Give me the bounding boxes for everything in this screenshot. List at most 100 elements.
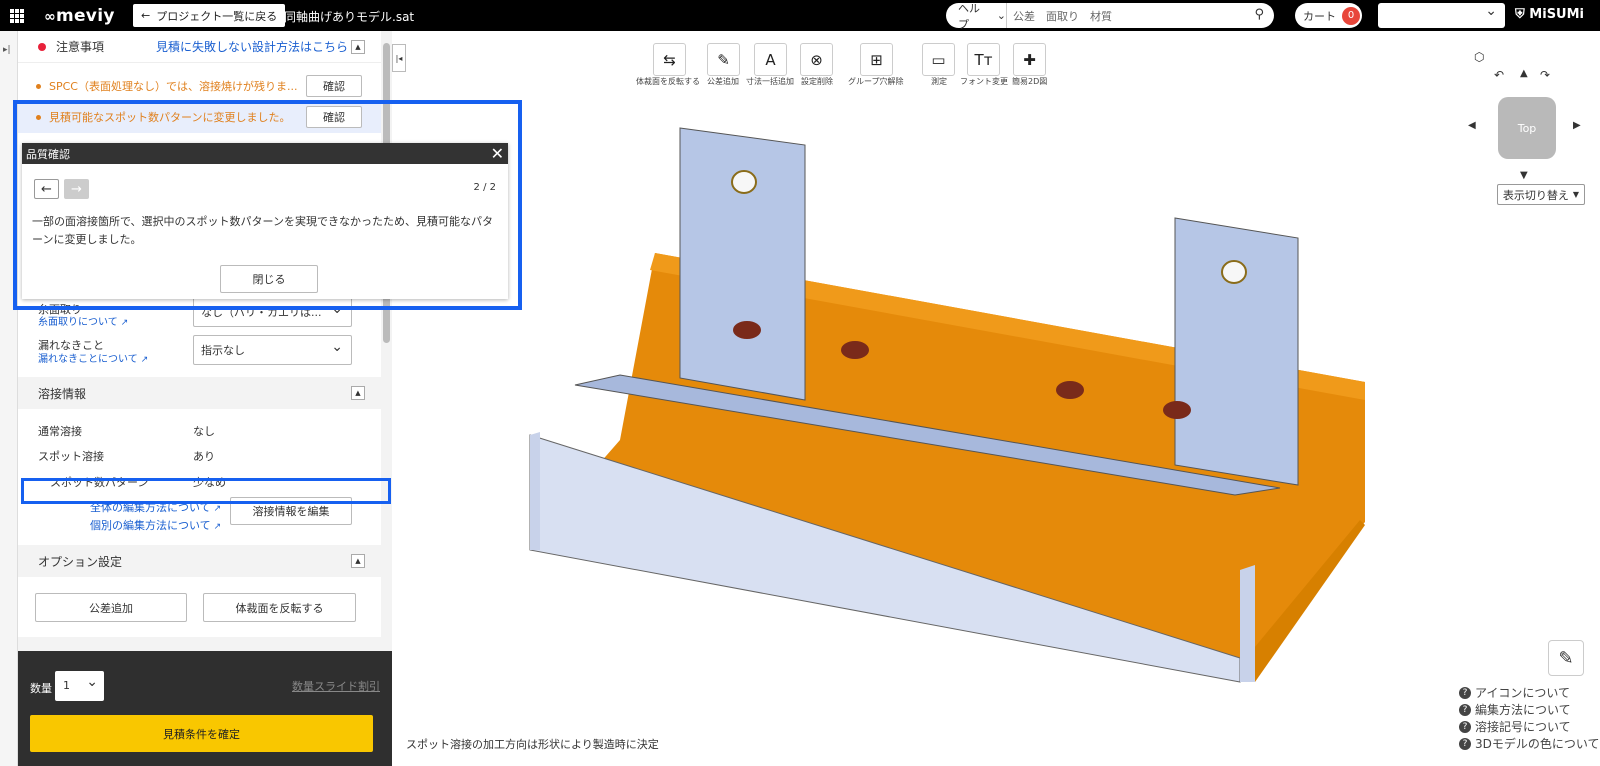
- toolbar-label: 公差追加: [707, 77, 739, 86]
- cart-count-badge: 0: [1342, 6, 1360, 25]
- design-tips-link[interactable]: 見積に失敗しない設計方法はこちら: [156, 38, 348, 55]
- field-help-link[interactable]: 糸面取りについて ↗: [38, 313, 128, 328]
- right-leg: [1240, 565, 1255, 682]
- toolbar-label: 体裁面を反転する: [636, 77, 700, 86]
- quantity-select[interactable]: 1: [55, 671, 104, 701]
- footnote-text: スポット溶接の加工方向は形状により製造時に決定: [406, 738, 659, 751]
- back-to-projects-button[interactable]: ← プロジェクト一覧に戻る: [133, 4, 286, 27]
- flip-face-icon[interactable]: ⇆: [653, 43, 686, 76]
- welding-header: 溶接情報 ▲: [18, 377, 381, 409]
- spot-weld: [1163, 401, 1191, 419]
- external-link-icon: ↗: [120, 318, 129, 328]
- page-indicator: 2 / 2: [473, 182, 496, 193]
- question-icon: ?: [1459, 703, 1471, 716]
- rotate-right-icon[interactable]: ↷: [1540, 68, 1550, 82]
- measure-icon[interactable]: ▭: [922, 43, 955, 76]
- hole: [1221, 260, 1247, 284]
- left-leg: [530, 432, 540, 550]
- close-button[interactable]: 閉じる: [220, 265, 318, 293]
- notices-header: 注意事項 見積に失敗しない設計方法はこちら ▲: [18, 31, 381, 63]
- collapse-icon[interactable]: ▲: [351, 386, 365, 400]
- delete-settings-icon[interactable]: ⊗: [800, 43, 833, 76]
- help-link[interactable]: ? アイコンについて: [1459, 684, 1570, 701]
- up-arrow-icon[interactable]: ▲: [1520, 68, 1528, 79]
- spot-weld: [1056, 381, 1084, 399]
- edit-each-link[interactable]: 個別の編集方法について ↗: [90, 517, 221, 533]
- user-select[interactable]: [1378, 3, 1505, 28]
- question-icon: ?: [1459, 686, 1471, 699]
- help-link[interactable]: ? 編集方法について: [1459, 701, 1571, 718]
- weld-value: なし: [193, 425, 215, 438]
- quantity-label: 数量: [30, 682, 52, 695]
- volume-discount-link[interactable]: 数量スライド割引: [292, 678, 380, 694]
- prev-arrow-icon[interactable]: ←: [34, 179, 59, 199]
- down-arrow-icon[interactable]: ▼: [1520, 170, 1528, 181]
- memo-icon[interactable]: ✎: [1548, 640, 1584, 676]
- toolbar-label: フォント変更: [960, 77, 1008, 86]
- view-cube[interactable]: Top: [1498, 97, 1556, 159]
- question-icon: ?: [1459, 737, 1471, 750]
- toolbar-label: 寸法一括追加: [746, 77, 794, 86]
- chevron-down-icon: ⌄: [996, 9, 1006, 22]
- toolbar-label: 設定削除: [801, 77, 833, 86]
- group-hole-icon[interactable]: ⊞: [860, 43, 893, 76]
- chevron-down-icon: ▼: [1572, 190, 1580, 199]
- next-arrow-icon[interactable]: →: [64, 179, 89, 199]
- question-icon: ?: [1459, 720, 1471, 733]
- model-viewport[interactable]: [520, 110, 1400, 700]
- flip-surface-button[interactable]: 体裁面を反転する: [203, 593, 356, 622]
- field-help-link[interactable]: 漏れなきことについて ↗: [38, 350, 148, 365]
- dialog-title: 品質確認: [22, 143, 508, 164]
- misumi-mark-icon: ⛨: [1515, 7, 1525, 22]
- rotate-left-icon[interactable]: ↶: [1494, 68, 1504, 82]
- left-arrow-icon[interactable]: ◀: [1468, 120, 1476, 131]
- meviy-logo[interactable]: ∞meviy: [44, 6, 115, 26]
- external-link-icon: ↗: [213, 504, 222, 514]
- spot-weld: [733, 321, 761, 339]
- display-toggle-select[interactable]: 表示切り替え ▼: [1497, 184, 1585, 205]
- misumi-logo[interactable]: ⛨ MiSUMi: [1515, 7, 1584, 22]
- confirm-quote-button[interactable]: 見積条件を確定: [30, 715, 373, 752]
- logo-mark-icon: ∞: [44, 9, 56, 25]
- right-arrow-icon[interactable]: ▶: [1573, 120, 1581, 131]
- help-select[interactable]: ヘルプ ⌄: [946, 2, 1006, 31]
- alert-dot-icon: [38, 42, 46, 51]
- apps-grid-icon[interactable]: [10, 9, 24, 23]
- arrow-left-icon: ←: [141, 9, 151, 22]
- file-name: 同軸曲げありモデル.sat: [284, 10, 415, 24]
- notice-item: SPCC（表面処理なし）では、溶接焼けが残りま... 確認: [18, 70, 381, 102]
- cart-button[interactable]: カート 0: [1295, 3, 1362, 28]
- help-link[interactable]: ? 3Dモデルの色について: [1459, 735, 1600, 752]
- expand-toggle-icon[interactable]: ▸|: [3, 45, 11, 55]
- left-bracket: [679, 127, 806, 401]
- confirm-notice-button[interactable]: 確認: [306, 75, 362, 97]
- collapse-panel-icon[interactable]: |◂: [392, 44, 406, 72]
- external-link-icon: ↗: [213, 522, 222, 532]
- dialog-message: 一部の面溶接箇所で、選択中のスポット数パターンを実現できなかったため、見積可能な…: [32, 215, 494, 246]
- collapse-icon[interactable]: ▲: [351, 40, 365, 54]
- simple-2d-icon[interactable]: ✚: [1013, 43, 1046, 76]
- weld-label: 通常溶接: [38, 425, 82, 438]
- collapse-icon[interactable]: ▲: [351, 554, 365, 568]
- font-icon[interactable]: Tт: [967, 43, 1000, 76]
- search-icon[interactable]: ⚲: [1254, 7, 1264, 22]
- home-cube-icon[interactable]: ⬡: [1474, 50, 1484, 64]
- right-bracket: [1174, 217, 1299, 486]
- highlight-box: [21, 478, 391, 504]
- close-icon[interactable]: ✕: [491, 144, 504, 163]
- top-header: ∞meviy ← プロジェクト一覧に戻る 同軸曲げありモデル.sat ヘルプ ⌄ 公…: [0, 0, 1600, 31]
- bullet-icon: [36, 83, 41, 89]
- spot-weld: [841, 341, 869, 359]
- leak-select[interactable]: 指示なし: [193, 335, 352, 365]
- add-tolerance-button[interactable]: 公差追加: [35, 593, 187, 622]
- quote-footer: 数量 1 数量スライド割引 見積条件を確定: [18, 651, 392, 766]
- toolbar-label: 簡易2D図: [1012, 77, 1048, 86]
- next-section: [18, 637, 381, 651]
- weld-label: スポット溶接: [38, 450, 104, 463]
- search-input[interactable]: 公差 面取り 材質 ⚲: [1006, 3, 1274, 28]
- help-link[interactable]: ? 溶接記号について: [1459, 718, 1571, 735]
- tolerance-icon[interactable]: ✎: [707, 43, 740, 76]
- weld-value: あり: [193, 450, 215, 463]
- quality-check-dialog: 品質確認 ✕ ← → 2 / 2 一部の面溶接箇所で、選択中のスポット数パターン…: [22, 143, 508, 299]
- dimension-icon[interactable]: A: [754, 43, 787, 76]
